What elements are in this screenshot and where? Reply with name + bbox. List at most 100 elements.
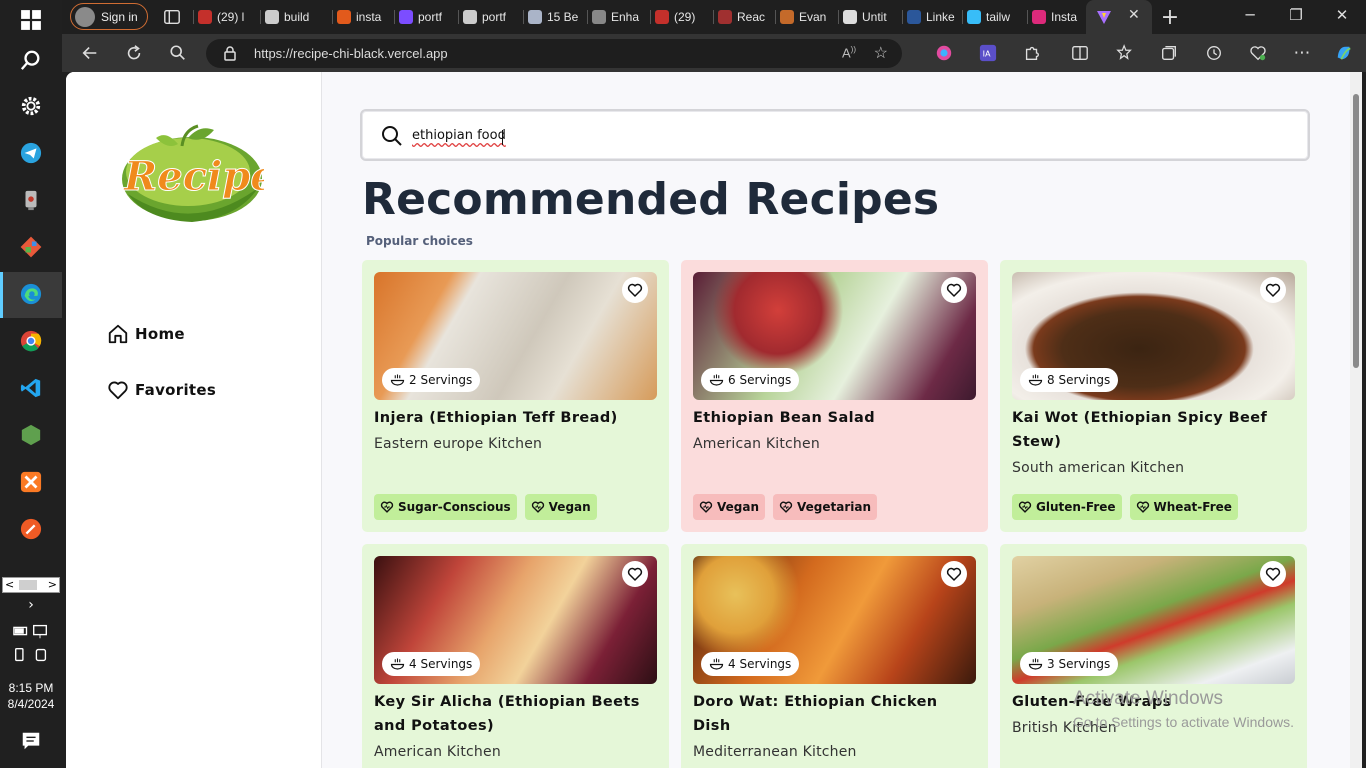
recipe-card[interactable]: 4 Servings Key Sir Alicha (Ethiopian Beet…: [362, 544, 669, 768]
back-arrow-icon[interactable]: [80, 43, 100, 63]
read-aloud-icon[interactable]: A)): [842, 45, 856, 60]
search-icon: [382, 126, 402, 146]
settings-gear-icon[interactable]: [12, 87, 50, 125]
recipe-name[interactable]: Injera (Ethiopian Teff Bread): [374, 406, 657, 430]
browser-tab[interactable]: (29): [655, 5, 713, 29]
nodejs-icon[interactable]: [12, 416, 50, 454]
edge-browser-icon[interactable]: [12, 275, 50, 313]
recipe-card[interactable]: 8 Servings Kai Wot (Ethiopian Spicy Beef …: [1000, 260, 1307, 532]
tab-label: Linke: [926, 10, 955, 24]
recipe-card[interactable]: 2 Servings Injera (Ethiopian Teff Bread) E…: [362, 260, 669, 532]
favorite-heart-icon[interactable]: [622, 277, 648, 303]
recipe-image[interactable]: 6 Servings: [693, 272, 976, 400]
search-icon[interactable]: [12, 41, 50, 79]
recipe-image[interactable]: 2 Servings: [374, 272, 657, 400]
browser-tab[interactable]: (29) l: [198, 5, 256, 29]
health-tag-label: Vegan: [548, 500, 591, 514]
windows-taskbar: < > › 8:15 PM 8/4/2024: [0, 0, 62, 768]
close-tab-icon[interactable]: ✕: [1128, 7, 1140, 23]
refresh-icon[interactable]: [124, 43, 144, 63]
profile-sign-in-button[interactable]: Sign in: [70, 3, 148, 30]
tab-actions-icon[interactable]: [162, 7, 182, 27]
browser-tab[interactable]: Insta: [1032, 5, 1090, 29]
recipe-image[interactable]: 8 Servings: [1012, 272, 1295, 400]
recipe-name[interactable]: Key Sir Alicha (Ethiopian Beets and Pota…: [374, 690, 657, 738]
page-subtitle: Popular choices: [366, 234, 473, 248]
active-tab[interactable]: ✕: [1086, 0, 1152, 34]
favorite-heart-icon[interactable]: [1260, 561, 1286, 587]
extensions-puzzle-icon[interactable]: [1022, 43, 1042, 63]
browser-tab[interactable]: insta: [337, 5, 395, 29]
search-icon[interactable]: [168, 43, 188, 63]
favorite-heart-icon[interactable]: [941, 561, 967, 587]
tab-label: 15 Be: [547, 10, 579, 24]
browser-tab[interactable]: tailw: [967, 5, 1025, 29]
browser-tab[interactable]: Evan: [780, 5, 838, 29]
browser-tab[interactable]: Enha: [592, 5, 650, 29]
favorite-heart-icon[interactable]: [941, 277, 967, 303]
tab-label: insta: [356, 10, 382, 24]
close-window-button[interactable]: ✕: [1322, 6, 1362, 24]
recipe-logo[interactable]: Recipe: [118, 124, 276, 230]
sidebar-item-home[interactable]: Home: [107, 323, 185, 345]
ia-extension-icon[interactable]: IA: [978, 43, 998, 63]
lock-icon[interactable]: [222, 45, 238, 61]
recipe-name[interactable]: Kai Wot (Ethiopian Spicy Beef Stew): [1012, 406, 1295, 454]
device-icons[interactable]: [12, 644, 50, 666]
copilot-icon[interactable]: [1334, 43, 1354, 63]
recipe-kitchen: Eastern europe Kitchen: [374, 436, 543, 452]
recipe-card[interactable]: 3 Servings Gluten-Free Wraps British Kitch…: [1000, 544, 1307, 768]
recipe-name[interactable]: Doro Wat: Ethiopian Chicken Dish: [693, 690, 976, 738]
heart-pulse-icon: [1136, 501, 1149, 513]
recipe-image[interactable]: 4 Servings: [374, 556, 657, 684]
heart-icon: [108, 381, 128, 400]
browser-tab[interactable]: portf: [399, 5, 457, 29]
maximize-button[interactable]: ❐: [1276, 6, 1316, 24]
browser-tab[interactable]: 15 Be: [528, 5, 586, 29]
history-icon[interactable]: [1204, 43, 1224, 63]
sidebar-item-favorites[interactable]: Favorites: [107, 379, 216, 401]
browser-tab[interactable]: build: [265, 5, 323, 29]
recipe-kitchen: American Kitchen: [693, 436, 820, 452]
recipe-image[interactable]: 3 Servings: [1012, 556, 1295, 684]
performance-heart-icon[interactable]: [1248, 43, 1268, 63]
browser-tab[interactable]: Reac: [718, 5, 776, 29]
system-clock[interactable]: 8:15 PM 8/4/2024: [0, 680, 62, 712]
tab-separator: [587, 10, 588, 24]
more-options-icon[interactable]: ⋯: [1292, 43, 1312, 63]
browser-tab[interactable]: Untit: [843, 5, 901, 29]
minimize-button[interactable]: ─: [1230, 6, 1270, 24]
recipe-card[interactable]: 4 Servings Doro Wat: Ethiopian Chicken Di…: [681, 544, 988, 768]
browser-tab[interactable]: Linke: [907, 5, 965, 29]
address-bar[interactable]: https://recipe-chi-black.vercel.app A)) …: [206, 39, 902, 68]
vite-favicon-icon: [1096, 9, 1112, 25]
favorite-star-icon[interactable]: ☆: [874, 43, 888, 63]
recipe-card[interactable]: 6 Servings Ethiopian Bean Salad American K…: [681, 260, 988, 532]
browser-tab[interactable]: portf: [463, 5, 521, 29]
extension-color-icon[interactable]: [934, 43, 954, 63]
favorite-heart-icon[interactable]: [622, 561, 648, 587]
show-more-chevron-icon[interactable]: ›: [12, 592, 50, 618]
chrome-icon[interactable]: [12, 322, 50, 360]
notifications-icon[interactable]: [12, 722, 50, 760]
vscode-icon[interactable]: [12, 369, 50, 407]
favorite-heart-icon[interactable]: [1260, 277, 1286, 303]
postman-icon[interactable]: [12, 510, 50, 548]
split-screen-icon[interactable]: [1070, 43, 1090, 63]
recipe-name[interactable]: Ethiopian Bean Salad: [693, 406, 976, 430]
microphone-app-icon[interactable]: [12, 181, 50, 219]
xampp-icon[interactable]: [12, 463, 50, 501]
recipe-image[interactable]: 4 Servings: [693, 556, 976, 684]
new-tab-button[interactable]: +: [1160, 5, 1180, 30]
git-app-icon[interactable]: [12, 228, 50, 266]
heart-pulse-icon: [531, 501, 544, 513]
taskbar-scrollbar[interactable]: < >: [2, 577, 60, 593]
collections-icon[interactable]: [1159, 43, 1179, 63]
windows-start-icon[interactable]: [12, 1, 50, 39]
search-input[interactable]: ethiopian food: [360, 109, 1310, 161]
telegram-icon[interactable]: [12, 134, 50, 172]
favorites-icon[interactable]: [1115, 43, 1135, 63]
page-scrollbar[interactable]: [1350, 72, 1362, 768]
battery-network-icons[interactable]: [12, 620, 50, 642]
bowl-icon: [390, 658, 405, 670]
